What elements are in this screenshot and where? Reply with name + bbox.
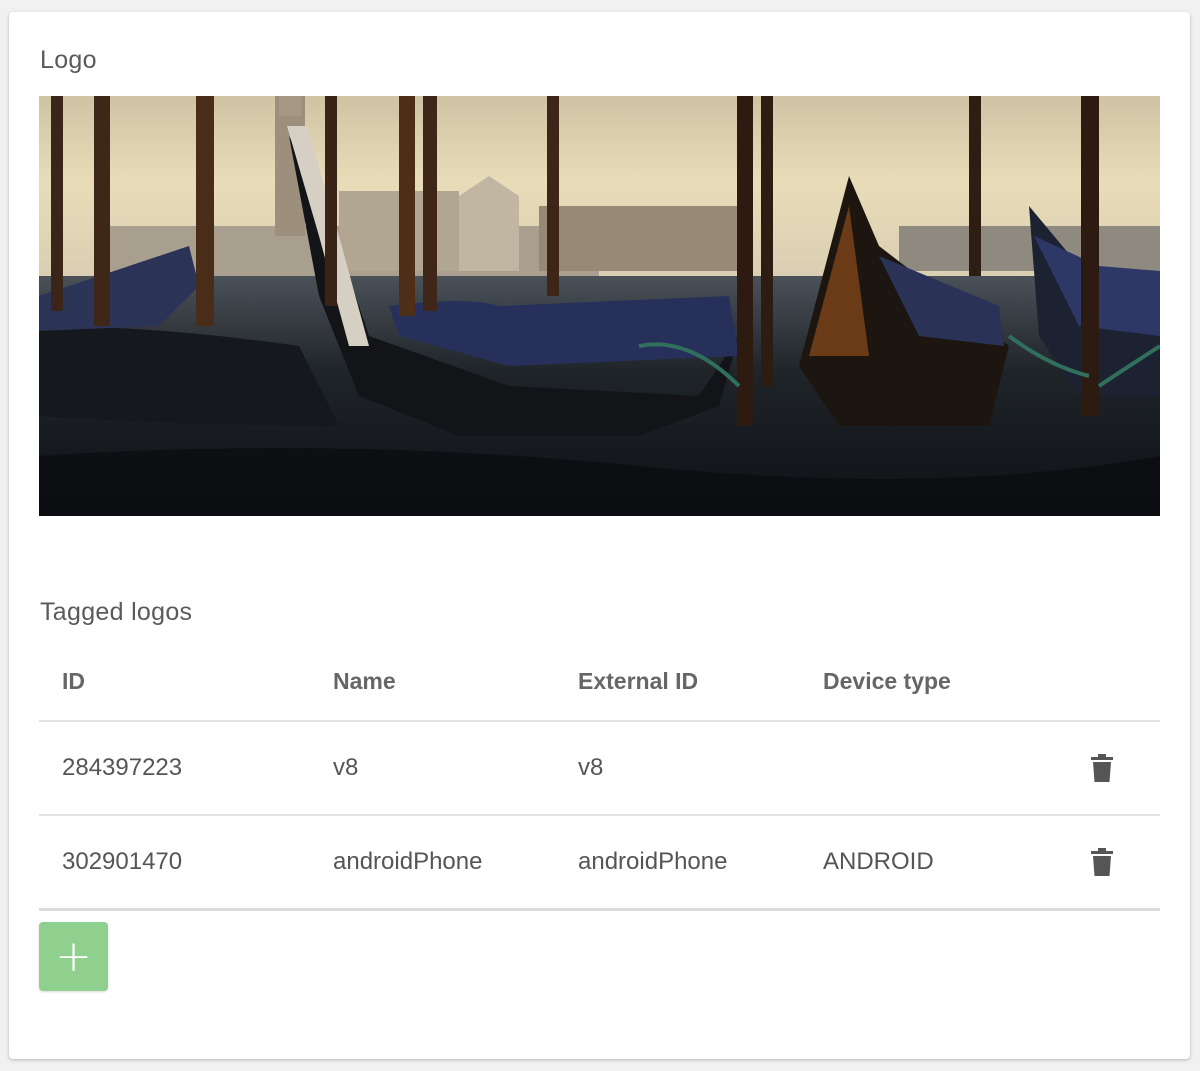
tagged-logos-title: Tagged logos <box>40 598 193 626</box>
cell-id: 284397223 <box>62 754 183 781</box>
trash-icon[interactable] <box>1091 848 1113 876</box>
plus-icon: + <box>55 930 92 982</box>
table-header-row: ID Name External ID Device type <box>39 642 1160 722</box>
logo-card: Logo Tagged logos ID Name External ID De… <box>9 12 1190 1059</box>
column-header-name: Name <box>333 667 396 694</box>
cell-external-id: v8 <box>578 754 604 781</box>
cell-id: 302901470 <box>62 848 183 875</box>
delete-button[interactable] <box>1089 722 1115 814</box>
logo-section-title: Logo <box>40 46 97 74</box>
cell-name: v8 <box>333 754 359 781</box>
cell-device-type: ANDROID <box>823 848 934 875</box>
column-header-device-type: Device type <box>823 667 951 694</box>
add-tagged-logo-button[interactable]: + <box>39 922 108 991</box>
table-row: 302901470 androidPhone androidPhone ANDR… <box>39 816 1160 911</box>
trash-icon[interactable] <box>1091 754 1113 782</box>
cell-external-id: androidPhone <box>578 848 728 875</box>
column-header-id: ID <box>62 667 85 694</box>
tagged-logos-table: ID Name External ID Device type 28439722… <box>39 642 1160 911</box>
delete-button[interactable] <box>1089 816 1115 908</box>
table-row: 284397223 v8 v8 <box>39 722 1160 816</box>
column-header-external-id: External ID <box>578 667 699 694</box>
cell-name: androidPhone <box>333 848 483 875</box>
logo-image <box>39 96 1160 516</box>
